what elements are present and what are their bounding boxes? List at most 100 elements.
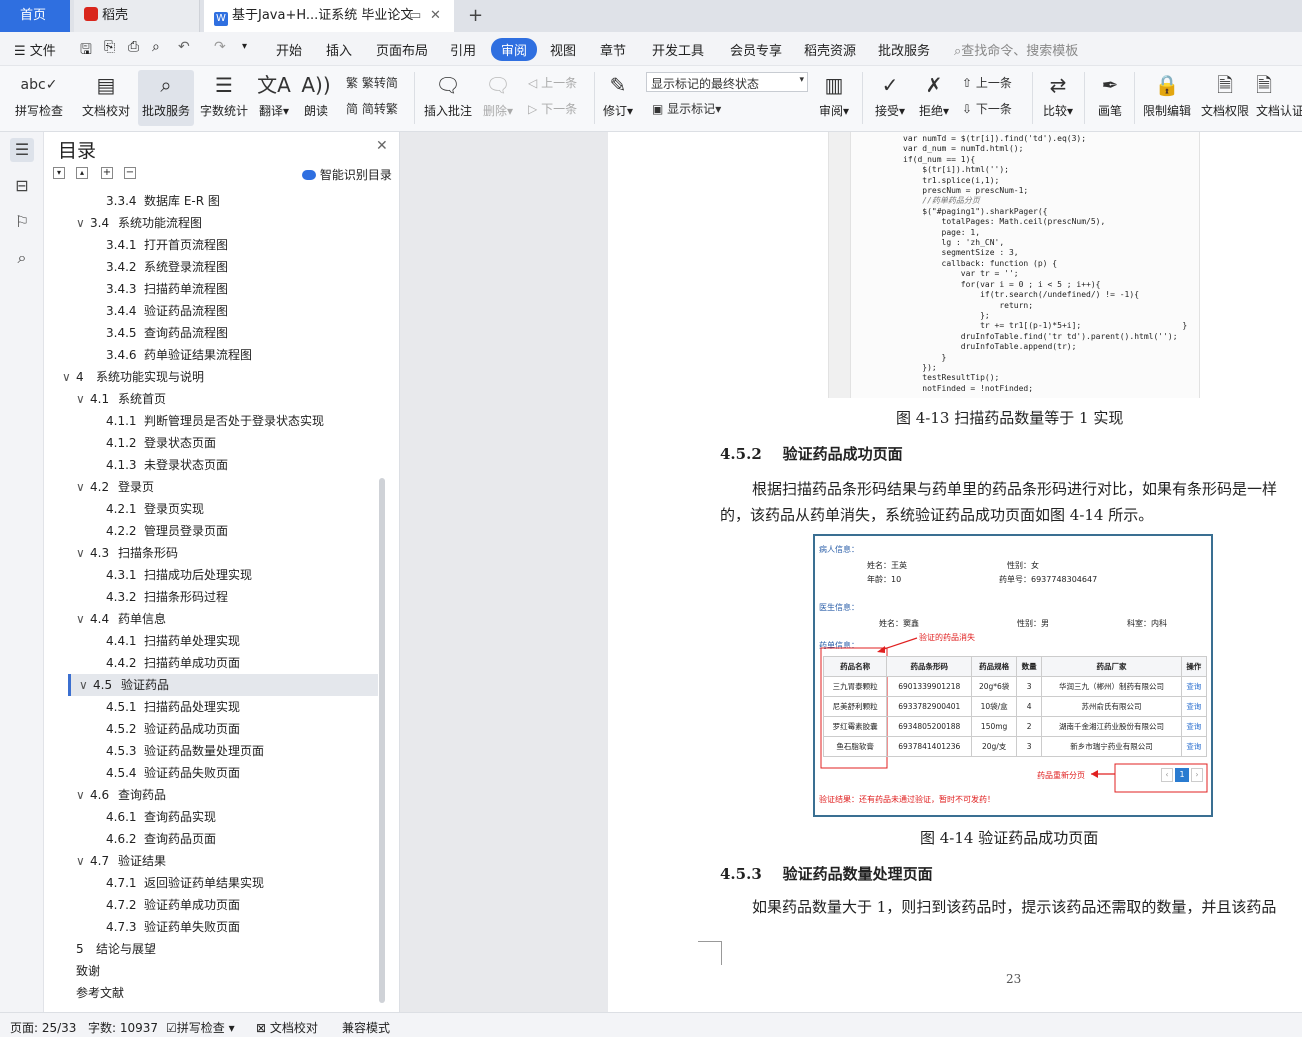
toc-item[interactable]: 4.5.4 验证药品失败页面: [44, 762, 378, 784]
toc-item[interactable]: 4.5.2 验证药品成功页面: [44, 718, 378, 740]
close-panel-icon[interactable]: ✕: [376, 138, 388, 154]
toc-item[interactable]: 4.2.1 登录页实现: [44, 498, 378, 520]
toc-item[interactable]: ∨ 4.2 登录页: [44, 476, 378, 498]
print-icon[interactable]: ⎙: [128, 39, 139, 55]
toc-item[interactable]: 4.7.3 验证药单失败页面: [44, 916, 378, 938]
toc-item[interactable]: ∨ 4.6 查询药品: [44, 784, 378, 806]
query-link[interactable]: 查询: [1180, 716, 1208, 737]
toc-item[interactable]: 3.4.6 药单验证结果流程图: [44, 344, 378, 366]
page-indicator[interactable]: 页面: 25/33: [10, 1019, 76, 1036]
pager-next-icon[interactable]: ›: [1191, 768, 1203, 782]
search-icon[interactable]: ⌕: [10, 246, 34, 270]
add-heading-icon[interactable]: +: [101, 167, 113, 179]
toc-item[interactable]: ∨ 4 系统功能实现与说明: [44, 366, 378, 388]
toggle-chevron-icon[interactable]: ∨: [76, 608, 90, 630]
pager-prev-icon[interactable]: ‹: [1161, 768, 1173, 782]
tab-home[interactable]: 首页: [0, 0, 70, 32]
toc-item[interactable]: 3.3.4 数据库 E-R 图: [44, 190, 378, 212]
toggle-chevron-icon[interactable]: ∨: [76, 850, 90, 872]
bookmark-icon[interactable]: ⚐: [10, 210, 34, 234]
read-aloud-button[interactable]: A)) 朗读: [298, 70, 334, 126]
restrict-edit-button[interactable]: 🔒 限制编辑: [1140, 70, 1194, 126]
markup-state-select[interactable]: 显示标记的最终状态 ▾: [646, 72, 808, 92]
toc-item[interactable]: 4.4.1 扫描药单处理实现: [44, 630, 378, 652]
undo-icon[interactable]: ↶: [178, 39, 190, 55]
toc-item[interactable]: 4.3.1 扫描成功后处理实现: [44, 564, 378, 586]
toc-item[interactable]: 致谢: [44, 960, 378, 982]
review-pane-button[interactable]: ▥ 审阅▾: [814, 70, 854, 126]
toc-item[interactable]: ∨ 4.4 药单信息: [44, 608, 378, 630]
delete-comment-button[interactable]: 🗨 删除▾: [478, 70, 518, 126]
pager-page[interactable]: 1: [1175, 768, 1189, 782]
toc-item[interactable]: 3.4.4 验证药品流程图: [44, 300, 378, 322]
toc-item[interactable]: 4.1.3 未登录状态页面: [44, 454, 378, 476]
toc-item[interactable]: 4.4.2 扫描药单成功页面: [44, 652, 378, 674]
toc-item[interactable]: 3.4.3 扫描药单流程图: [44, 278, 378, 300]
toc-item[interactable]: 4.5.1 扫描药品处理实现: [44, 696, 378, 718]
toc-item[interactable]: 3.4.2 系统登录流程图: [44, 256, 378, 278]
word-count[interactable]: 字数: 10937: [88, 1019, 158, 1036]
accept-button[interactable]: ✓ 接受▾: [870, 70, 910, 126]
menu-view[interactable]: 视图: [550, 40, 576, 59]
toc-item[interactable]: 4.1.1 判断管理员是否处于登录状态实现: [44, 410, 378, 432]
toc-scrollbar[interactable]: [379, 478, 385, 1003]
translate-button[interactable]: 文A 翻译▾: [254, 70, 294, 126]
spell-check-status[interactable]: ☑拼写检查 ▾: [166, 1019, 235, 1036]
chapter-nav-icon[interactable]: ⊟: [10, 174, 34, 198]
remove-heading-icon[interactable]: −: [124, 167, 136, 179]
query-link[interactable]: 查询: [1180, 676, 1208, 697]
toc-item[interactable]: 4.5.3 验证药品数量处理页面: [44, 740, 378, 762]
word-count-button[interactable]: ☰ 字数统计: [198, 70, 250, 126]
toggle-chevron-icon[interactable]: ∨: [76, 542, 90, 564]
toc-item[interactable]: 4.3.2 扫描条形码过程: [44, 586, 378, 608]
preview-icon[interactable]: ⌕: [152, 39, 160, 55]
toc-item[interactable]: 3.4.5 查询药品流程图: [44, 322, 378, 344]
save-icon[interactable]: 🖫: [80, 39, 92, 63]
previous-comment-button[interactable]: ◁ 上一条: [528, 74, 577, 91]
menu-start[interactable]: 开始: [276, 40, 302, 59]
previous-change-button[interactable]: ⇧ 上一条: [962, 74, 1012, 91]
compare-button[interactable]: ⇄ 比较▾: [1038, 70, 1078, 126]
doc-permission-button[interactable]: 🗎 文档权限: [1198, 70, 1252, 126]
collapse-all-icon[interactable]: ▾: [53, 167, 65, 179]
menu-grading[interactable]: 批改服务: [878, 40, 930, 59]
smart-toc-button[interactable]: 智能识别目录: [302, 166, 392, 183]
toc-panel-icon[interactable]: ☰: [10, 138, 34, 162]
expand-up-icon[interactable]: ▴: [76, 167, 88, 179]
quick-access-dropdown-icon[interactable]: ▾: [242, 41, 247, 52]
new-tab-button[interactable]: +: [458, 0, 488, 32]
simp-to-trad-button[interactable]: 简 简转繁: [346, 100, 398, 117]
toc-item[interactable]: 3.4.1 打开首页流程图: [44, 234, 378, 256]
toggle-chevron-icon[interactable]: ∨: [76, 476, 90, 498]
grading-service-button[interactable]: ⌕ 批改服务: [138, 70, 194, 126]
menu-file[interactable]: ☰ 文件: [14, 40, 56, 59]
menu-insert[interactable]: 插入: [326, 40, 352, 59]
export-icon[interactable]: ⎘: [104, 39, 115, 55]
toc-item[interactable]: 4.2.2 管理员登录页面: [44, 520, 378, 542]
show-markup-button[interactable]: ▣ 显示标记▾: [652, 100, 721, 117]
toggle-chevron-icon[interactable]: ∨: [62, 366, 76, 388]
toc-item[interactable]: 5 结论与展望: [44, 938, 378, 960]
menu-devtools[interactable]: 开发工具: [652, 40, 704, 59]
proofread-button[interactable]: ▤ 文档校对: [76, 70, 136, 126]
toc-item[interactable]: 4.7.2 验证药单成功页面: [44, 894, 378, 916]
ink-pen-button[interactable]: ✒ 画笔: [1092, 70, 1128, 126]
menu-member[interactable]: 会员专享: [730, 40, 782, 59]
monitor-icon[interactable]: ▭: [409, 0, 421, 32]
query-link[interactable]: 查询: [1180, 696, 1208, 717]
menu-layout[interactable]: 页面布局: [376, 40, 428, 59]
toc-item[interactable]: ∨ 3.4 系统功能流程图: [44, 212, 378, 234]
tab-docer[interactable]: 稻壳: [74, 0, 200, 32]
track-changes-button[interactable]: ✎ 修订▾: [600, 70, 636, 126]
toggle-chevron-icon[interactable]: ∨: [76, 784, 90, 806]
doc-cert-button[interactable]: 🗎 文档认证: [1256, 70, 1302, 126]
toc-item[interactable]: 参考文献: [44, 982, 378, 1004]
toggle-chevron-icon[interactable]: ∨: [76, 388, 90, 410]
toc-item[interactable]: 4.7.1 返回验证药单结果实现: [44, 872, 378, 894]
toc-item-selected[interactable]: ∨ 4.5 验证药品: [68, 674, 378, 696]
toc-item[interactable]: ∨ 4.3 扫描条形码: [44, 542, 378, 564]
query-link[interactable]: 查询: [1180, 736, 1208, 757]
menu-reference[interactable]: 引用: [450, 40, 476, 59]
menu-review-active[interactable]: 审阅: [491, 38, 538, 61]
toc-item[interactable]: ∨ 4.7 验证结果: [44, 850, 378, 872]
